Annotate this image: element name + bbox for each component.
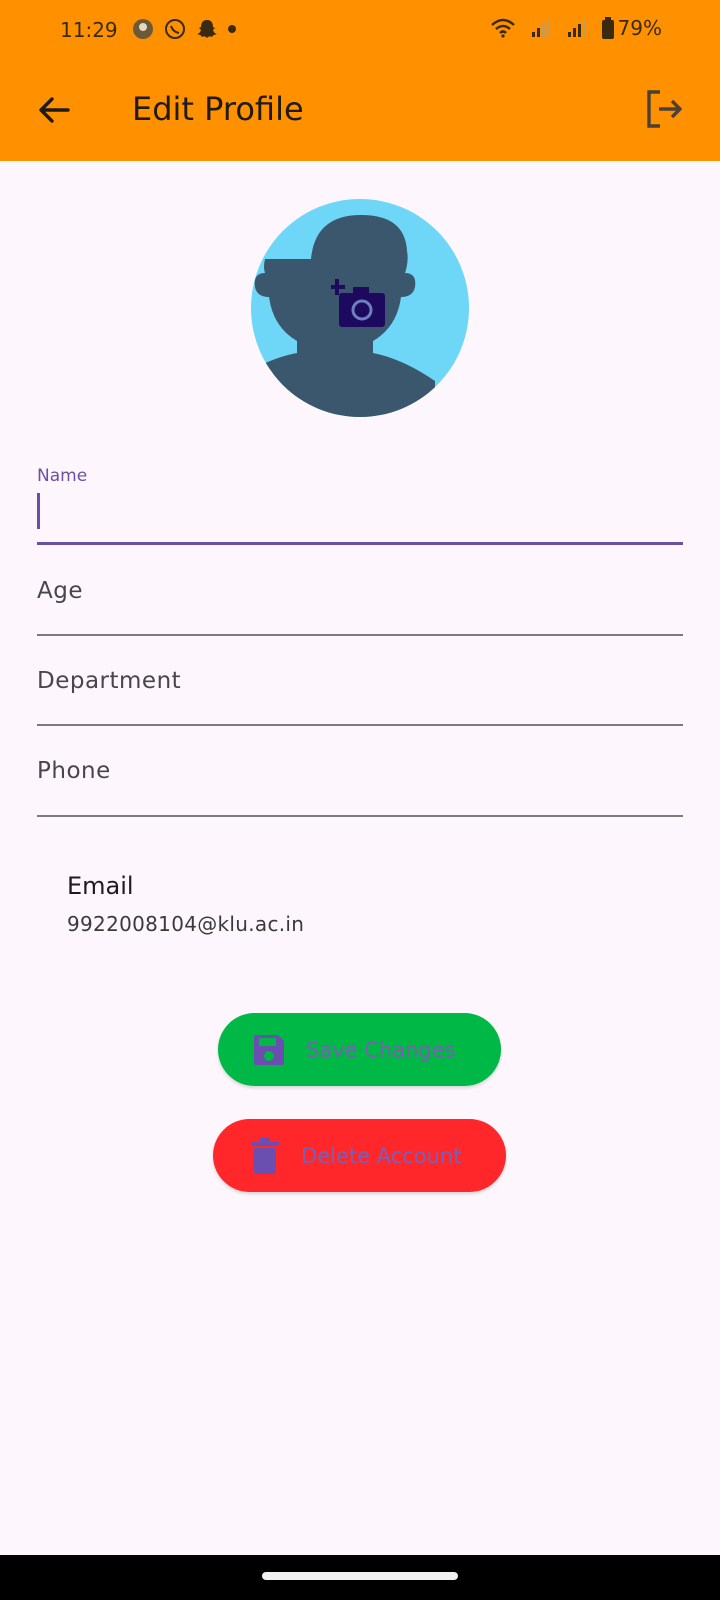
notification-icons: [132, 18, 236, 40]
delete-icon: [251, 1137, 279, 1174]
save-changes-button[interactable]: Save Changes: [218, 1013, 501, 1086]
battery-icon: [601, 17, 614, 39]
app-bar: Edit Profile: [0, 62, 720, 161]
snapchat-icon: [197, 20, 217, 38]
profile-avatar[interactable]: [251, 199, 469, 417]
phone-underline: [37, 815, 683, 817]
system-nav-bar: [0, 1555, 720, 1600]
name-label: Name: [37, 466, 88, 486]
status-bar: 11:29 79%: [0, 0, 720, 62]
text-cursor: [37, 493, 40, 529]
age-underline: [37, 634, 683, 636]
home-gesture-pill[interactable]: [262, 1572, 458, 1580]
delete-account-button[interactable]: Delete Account: [213, 1119, 506, 1192]
save-changes-label: Save Changes: [306, 1037, 456, 1062]
age-field[interactable]: Age: [37, 578, 683, 638]
logout-icon[interactable]: [644, 88, 686, 130]
phone-label: Phone: [37, 758, 111, 784]
email-section: Email 9922008104@klu.ac.in: [67, 872, 304, 936]
age-label: Age: [37, 578, 83, 604]
email-label: Email: [67, 872, 134, 900]
save-icon: [254, 1034, 284, 1065]
contact-photo-icon: [133, 19, 153, 39]
arrow-back-icon[interactable]: [34, 90, 74, 130]
department-underline: [37, 724, 683, 726]
signal-icon: [531, 20, 550, 37]
department-field[interactable]: Department: [37, 668, 683, 728]
signal-icon-2: [567, 20, 586, 37]
delete-account-label: Delete Account: [301, 1143, 462, 1168]
name-underline: [37, 542, 683, 545]
whatsapp-icon: [165, 19, 185, 39]
wifi-icon: [490, 18, 515, 38]
status-time: 11:29: [60, 18, 118, 42]
email-value: 9922008104@klu.ac.in: [67, 912, 305, 936]
add-photo-icon: [331, 279, 385, 327]
system-icons: 79%: [490, 16, 662, 40]
more-notifications-dot: [228, 25, 236, 33]
battery-level: 79%: [617, 16, 662, 40]
name-field[interactable]: Name: [37, 466, 683, 546]
page-title: Edit Profile: [132, 90, 304, 128]
battery: 79%: [601, 16, 662, 40]
department-label: Department: [37, 668, 182, 694]
phone-field[interactable]: Phone: [37, 758, 683, 818]
